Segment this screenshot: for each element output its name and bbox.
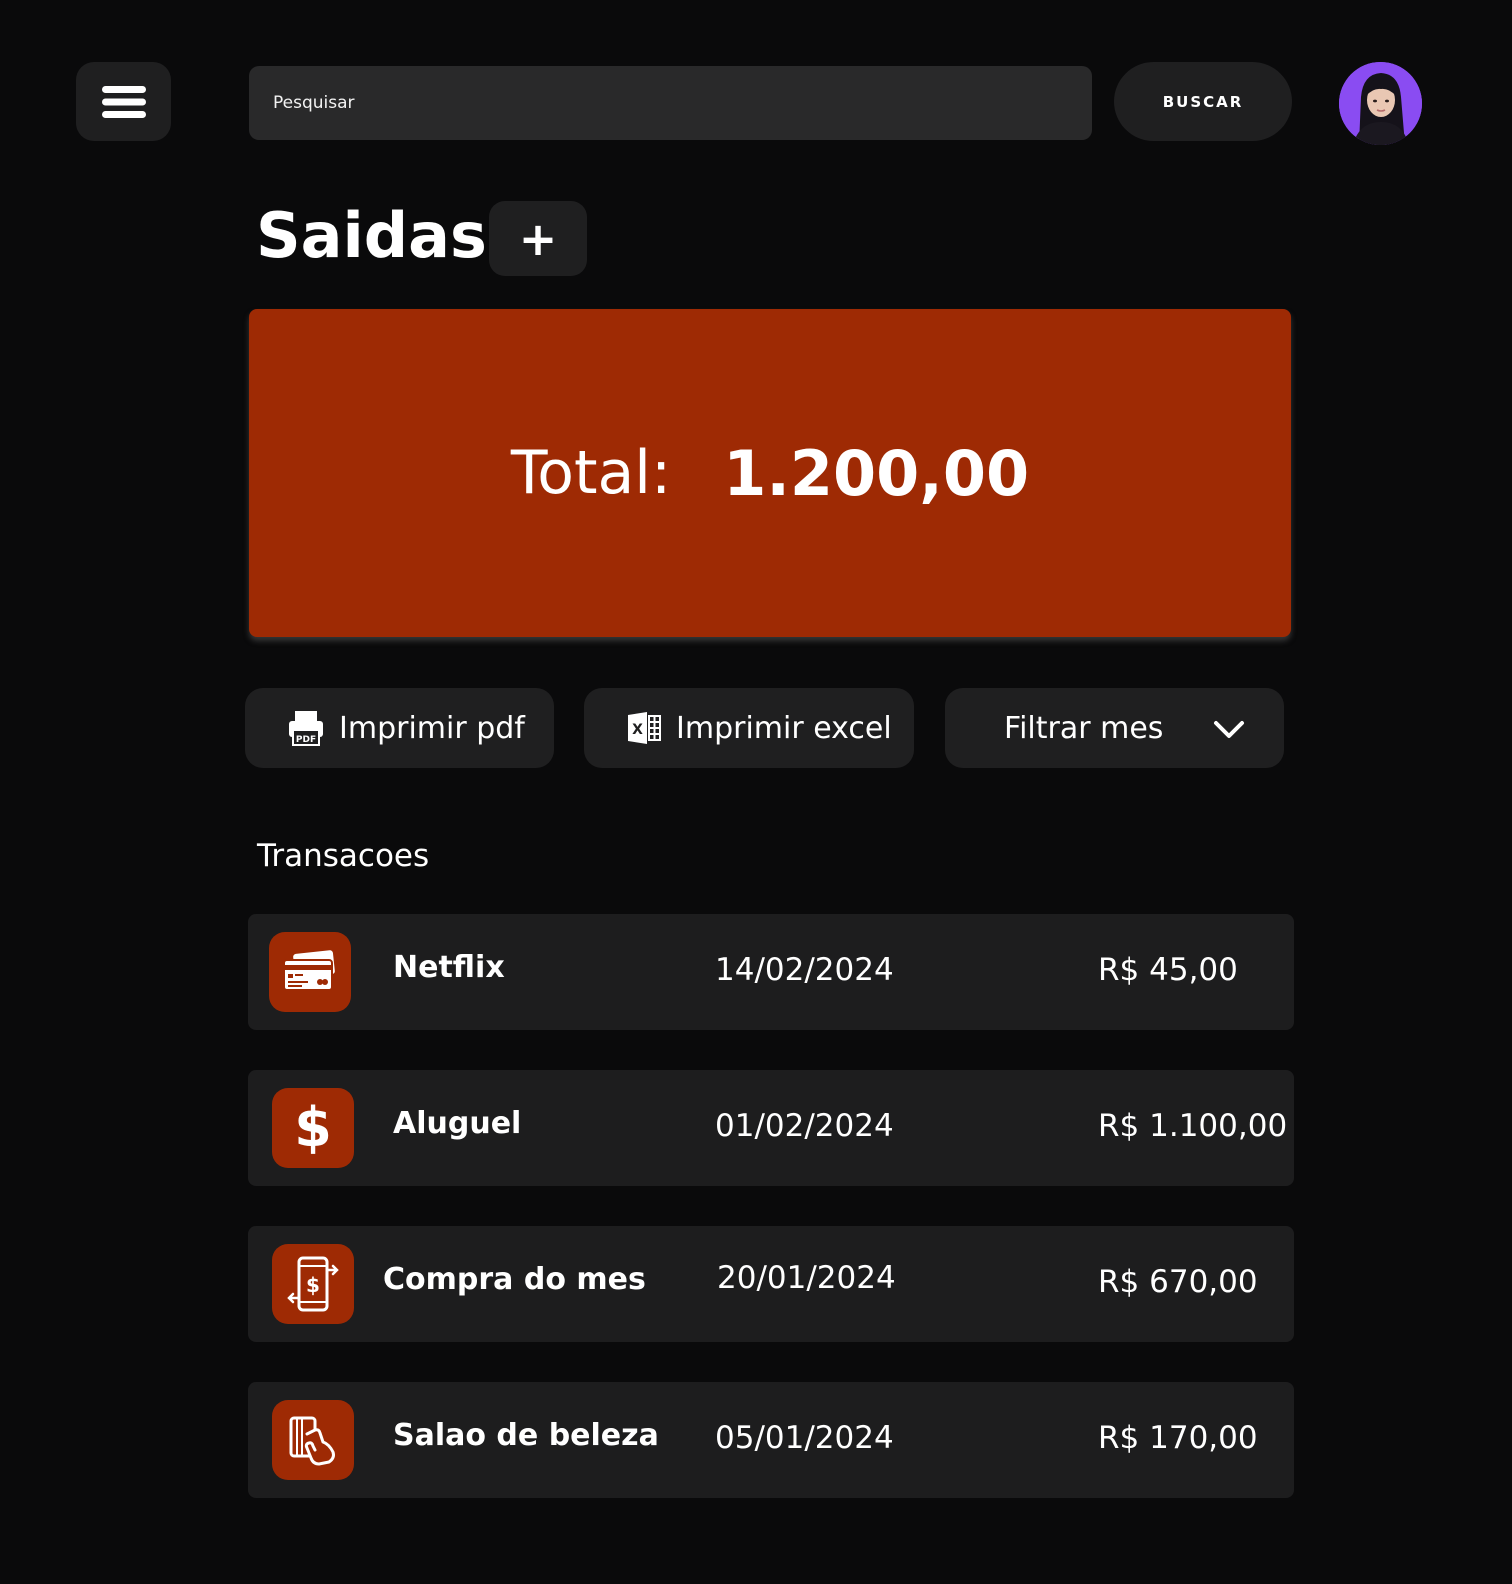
page: BUSCAR Saidas + Total: 1.200,00 [0,0,1512,1584]
pdf-icon-text: PDF [296,735,316,745]
page-title: Saidas [256,199,487,272]
pdf-printer-icon: PDF [287,709,325,747]
avatar[interactable] [1339,62,1422,145]
excel-icon-text: X [632,722,643,738]
print-excel-button[interactable]: X Imprimir excel [584,688,914,768]
transaction-name: Aluguel [393,1106,522,1141]
hamburger-icon [101,85,146,118]
credit-card-icon [269,932,351,1012]
plus-icon: + [518,211,558,266]
transaction-value: R$ 670,00 [1098,1264,1258,1300]
dollar-icon: $ [272,1088,354,1168]
total-card: Total: 1.200,00 [249,309,1291,637]
transaction-value: R$ 170,00 [1098,1420,1258,1456]
transaction-name: Compra do mes [383,1262,646,1297]
print-pdf-label: Imprimir pdf [339,710,525,746]
search-input[interactable] [249,66,1092,140]
transaction-date: 01/02/2024 [715,1108,894,1144]
print-excel-label: Imprimir excel [676,710,892,746]
user-avatar-image [1339,62,1422,145]
total-label: Total: [510,438,672,508]
print-pdf-button[interactable]: PDF Imprimir pdf [245,688,554,768]
add-button[interactable]: + [489,201,587,276]
menu-button[interactable] [76,62,171,141]
transaction-name: Salao de beleza [393,1418,659,1453]
transaction-row[interactable]: $ Compra do mes 20/01/2024 R$ 670,00 [248,1226,1294,1342]
transaction-value: R$ 1.100,00 [1098,1108,1288,1144]
transactions-title: Transacoes [257,838,430,874]
chevron-down-icon [1212,712,1246,754]
transaction-name: Netflix [393,950,505,985]
transaction-row[interactable]: $ Aluguel 01/02/2024 R$ 1.100,00 [248,1070,1294,1186]
filter-month-label: Filtrar mes [1004,710,1164,746]
total-value: 1.200,00 [723,436,1030,510]
card-tap-icon [272,1400,354,1480]
transaction-date: 05/01/2024 [715,1420,894,1456]
search-button[interactable]: BUSCAR [1114,62,1292,141]
excel-icon: X [626,710,662,746]
filter-month-dropdown[interactable]: Filtrar mes [945,688,1284,768]
transaction-row[interactable]: Salao de beleza 05/01/2024 R$ 170,00 [248,1382,1294,1498]
transaction-value: R$ 45,00 [1098,952,1238,988]
transaction-row[interactable]: Netflix 14/02/2024 R$ 45,00 [248,914,1294,1030]
transaction-date: 20/01/2024 [717,1260,896,1296]
mobile-payment-icon: $ [272,1244,354,1324]
svg-text:$: $ [306,1273,320,1297]
transaction-date: 14/02/2024 [715,952,894,988]
